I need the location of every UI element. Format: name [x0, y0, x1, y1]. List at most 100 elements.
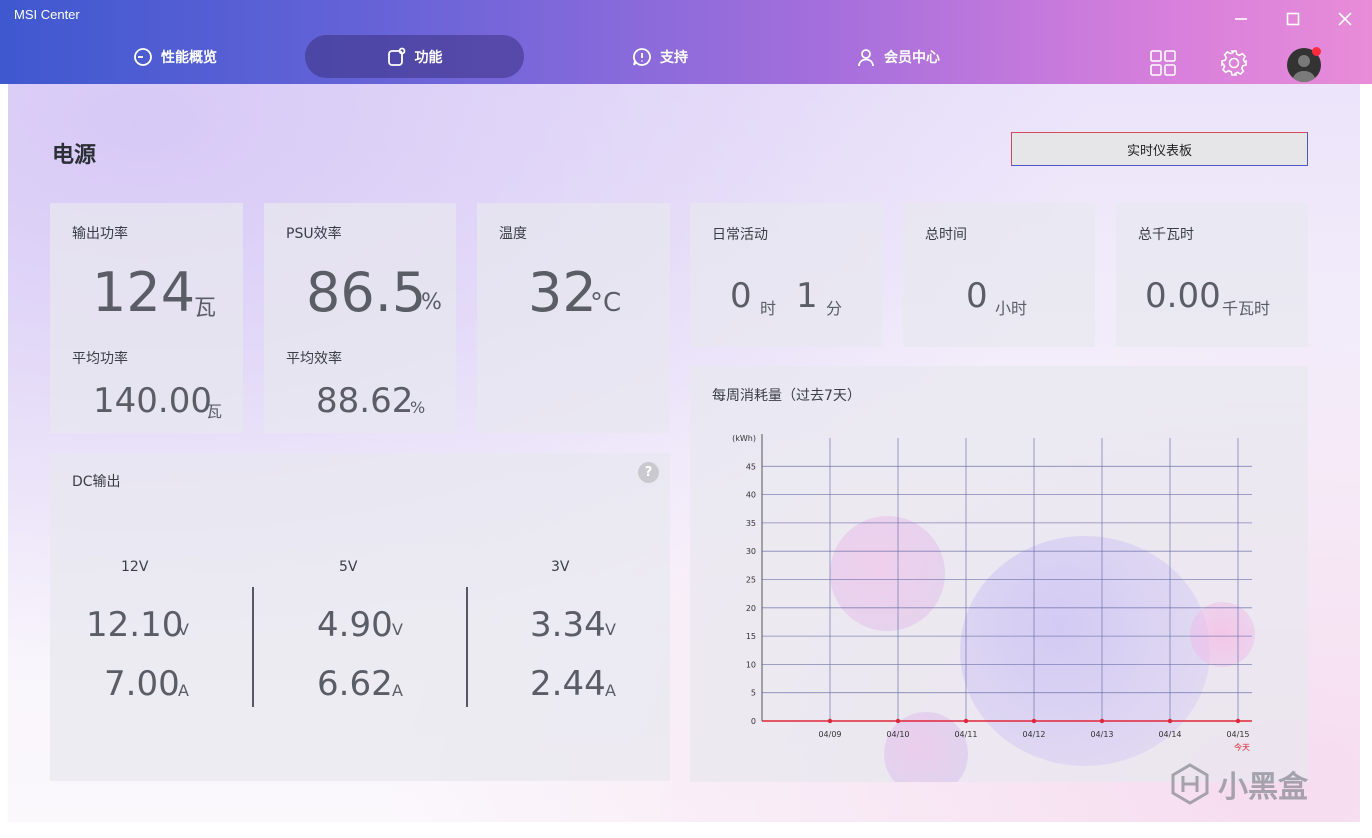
- tab-label: 会员中心: [884, 49, 940, 66]
- tab-label: 功能: [414, 49, 443, 66]
- y-axis-label: (kWh): [732, 434, 756, 443]
- total-kwh-unit: 千瓦时: [1222, 299, 1271, 318]
- tab-support[interactable]: 支持: [610, 35, 710, 78]
- psu-efficiency-card: PSU效率 86.5 % 平均效率 88.62 %: [264, 203, 456, 433]
- tab-label: 支持: [660, 49, 688, 66]
- psu-efficiency-unit: %: [421, 290, 442, 315]
- rail-5v-name: 5V: [339, 559, 358, 575]
- output-power-value: 124: [92, 261, 196, 324]
- temperature-unit: °C: [590, 288, 622, 318]
- close-icon: [1338, 12, 1352, 26]
- psu-efficiency-label: PSU效率: [286, 226, 342, 242]
- data-point: [963, 718, 969, 724]
- tab-performance-overview[interactable]: 性能概览: [110, 35, 240, 78]
- total-time-value: 0: [966, 276, 988, 316]
- rail-12v-amp: 7.00: [104, 664, 180, 704]
- rail-3v-volt: 3.34: [530, 605, 606, 645]
- watermark: 小黑盒: [1168, 762, 1308, 806]
- apps-grid-button[interactable]: [1144, 44, 1182, 82]
- close-button[interactable]: [1330, 6, 1360, 32]
- data-point: [1167, 718, 1173, 724]
- psu-efficiency-value: 86.5: [306, 261, 427, 324]
- dc-output-card: DC输出 12V 12.10 V 7.00 A 5V 4.90 V 6.62 A…: [50, 453, 670, 781]
- rail-5v-volt-unit: V: [392, 620, 403, 639]
- user-icon: [858, 48, 874, 66]
- rail-3v-volt-unit: V: [605, 620, 616, 639]
- y-tick-label: 5: [751, 689, 756, 698]
- y-tick-label: 35: [746, 519, 756, 528]
- weekly-consumption-card: 每周消耗量（过去7天） 0 5 10 15 20 25 30 35 40 45 (kWh) 04/09…: [690, 366, 1308, 782]
- rail-5v-amp: 6.62: [317, 664, 393, 704]
- y-tick-label: 0: [751, 717, 756, 726]
- avg-power-value: 140.00: [93, 381, 212, 421]
- total-kwh-card: 总千瓦时 0.00 千瓦时: [1116, 203, 1308, 347]
- y-tick-label: 40: [746, 491, 756, 500]
- data-point: [827, 718, 833, 724]
- help-icon[interactable]: ?: [638, 462, 659, 483]
- x-tick-label: 04/11: [954, 730, 977, 739]
- avg-efficiency-label: 平均效率: [286, 351, 342, 367]
- avg-power-unit: 瓦: [206, 402, 223, 421]
- rail-5v-amp-unit: A: [392, 681, 403, 700]
- watermark-text: 小黑盒: [1218, 770, 1308, 805]
- output-power-card: 输出功率 124 瓦 平均功率 140.00 瓦: [50, 203, 243, 433]
- total-time-card: 总时间 0 小时: [903, 203, 1095, 347]
- avg-efficiency-unit: %: [410, 398, 426, 417]
- avg-power-label: 平均功率: [72, 351, 128, 367]
- dc-output-label: DC输出: [72, 474, 121, 490]
- rail-12v-volt-unit: V: [178, 620, 189, 639]
- y-tick-label: 10: [746, 660, 756, 669]
- maximize-icon: [1286, 12, 1300, 26]
- daily-activity-label: 日常活动: [712, 227, 768, 243]
- heybox-logo-icon: [1171, 763, 1209, 805]
- daily-minutes-unit: 分: [826, 299, 843, 318]
- title-bar: MSI Center 性能概览 功能 支持 会员中心: [0, 0, 1372, 84]
- temperature-card: 温度 32 °C: [477, 203, 670, 433]
- chat-icon: [633, 47, 651, 66]
- gauge-icon: [134, 47, 152, 66]
- app-title: MSI Center: [14, 7, 80, 22]
- y-tick-label: 25: [746, 576, 756, 585]
- realtime-dashboard-button[interactable]: 实时仪表板: [1011, 132, 1308, 166]
- feature-icon: [387, 47, 405, 66]
- weekly-consumption-chart: 0 5 10 15 20 25 30 35 40 45 (kWh) 04/09 04/10 04/11 04…: [732, 434, 1252, 752]
- x-tick-label: 04/15: [1226, 730, 1249, 739]
- tab-membership[interactable]: 会员中心: [838, 35, 958, 78]
- rail-12v-volt: 12.10: [86, 605, 184, 645]
- y-tick-label: 30: [746, 547, 756, 556]
- y-tick-label: 15: [746, 632, 756, 641]
- total-time-unit: 小时: [995, 299, 1028, 318]
- x-tick-label: 04/12: [1022, 730, 1045, 739]
- minimize-icon: [1235, 18, 1247, 20]
- page-title: 电源: [52, 143, 97, 168]
- daily-minutes-value: 1: [796, 276, 818, 316]
- data-point: [1235, 718, 1241, 724]
- daily-activity-card: 日常活动 0 时 1 分: [690, 203, 882, 347]
- maximize-button[interactable]: [1278, 6, 1308, 32]
- data-point: [1031, 718, 1037, 724]
- x-tick-label: 04/09: [818, 730, 841, 739]
- x-tick-label: 04/10: [886, 730, 909, 739]
- minimize-button[interactable]: [1226, 6, 1256, 32]
- rail-12v-name: 12V: [121, 559, 149, 575]
- avg-efficiency-value: 88.62: [316, 381, 414, 421]
- notification-dot: [1312, 47, 1321, 56]
- rail-divider: [252, 587, 254, 707]
- grid-icon: [1150, 50, 1176, 76]
- total-time-label: 总时间: [925, 227, 967, 243]
- daily-hours-value: 0: [730, 276, 752, 316]
- output-power-label: 输出功率: [72, 226, 128, 242]
- tab-label: 性能概览: [161, 49, 217, 66]
- gear-icon: [1221, 50, 1247, 76]
- output-power-unit: 瓦: [194, 296, 217, 321]
- rail-5v-volt: 4.90: [317, 605, 393, 645]
- today-label: 今天: [1234, 742, 1250, 752]
- temperature-value: 32: [528, 261, 597, 324]
- y-tick-label: 20: [746, 604, 756, 613]
- rail-3v-amp-unit: A: [605, 681, 616, 700]
- settings-button[interactable]: [1215, 44, 1253, 82]
- total-kwh-label: 总千瓦时: [1138, 227, 1194, 243]
- tab-features[interactable]: 功能: [305, 35, 524, 78]
- rail-3v-name: 3V: [551, 559, 570, 575]
- x-tick-label: 04/14: [1158, 730, 1181, 739]
